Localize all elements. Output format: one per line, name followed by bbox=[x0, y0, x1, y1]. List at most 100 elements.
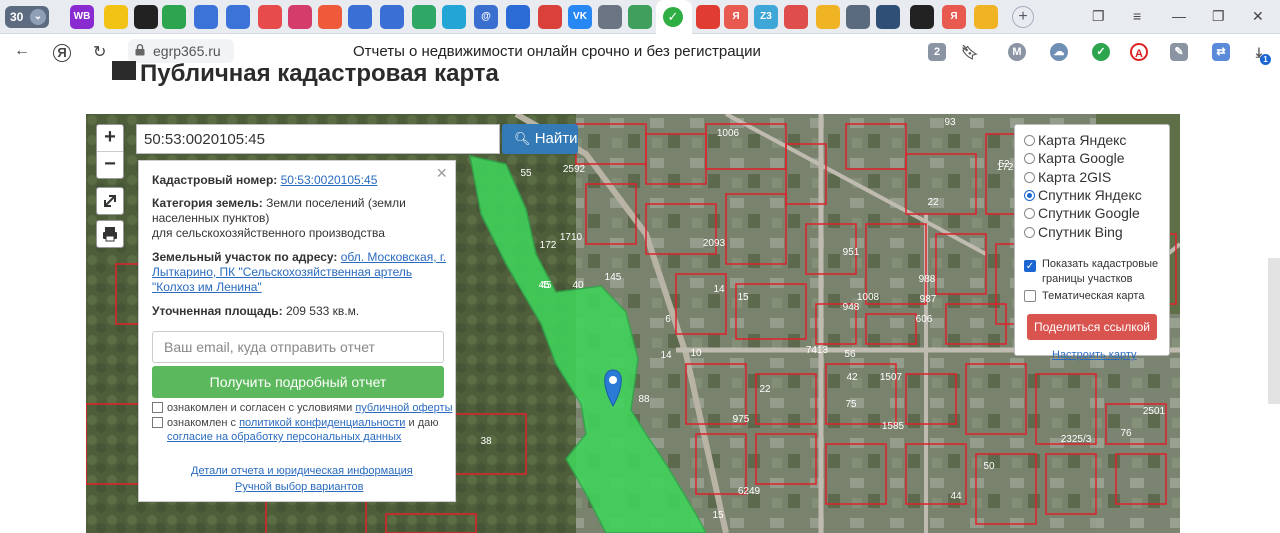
shield-icon[interactable]: ✓ bbox=[1092, 43, 1110, 61]
bookmark-icon[interactable]: 🔖︎ bbox=[961, 43, 979, 61]
layer-radio[interactable] bbox=[1024, 153, 1035, 165]
browser-tab[interactable] bbox=[696, 5, 720, 29]
browser-tab[interactable] bbox=[380, 5, 404, 29]
browser-tab[interactable] bbox=[162, 5, 186, 29]
browser-tab[interactable] bbox=[598, 5, 622, 29]
parcel-number-label: 14 bbox=[660, 350, 672, 361]
browser-tab[interactable] bbox=[974, 5, 998, 29]
browser-tab[interactable]: VK bbox=[568, 5, 592, 29]
show-borders-checkbox[interactable]: ✓ bbox=[1024, 260, 1036, 272]
yandex-icon[interactable]: Я bbox=[53, 44, 71, 62]
browser-tab[interactable] bbox=[628, 5, 652, 29]
parcel-number-label: 14 bbox=[713, 284, 725, 295]
thematic-checkbox[interactable] bbox=[1024, 290, 1036, 302]
details-link[interactable]: Детали отчета и юридическая информация bbox=[191, 465, 413, 477]
search-icon: 🔍︎ bbox=[514, 131, 531, 146]
area-value: 209 533 кв.м. bbox=[285, 304, 360, 318]
reload-icon[interactable]: ↻ bbox=[93, 42, 106, 62]
privacy-consent-prefix: ознакомлен с bbox=[167, 417, 240, 429]
profile-avatar[interactable]: M bbox=[1008, 43, 1026, 61]
browser-tab[interactable]: Я bbox=[942, 5, 966, 29]
layer-option-label[interactable]: Карта 2GIS bbox=[1038, 169, 1111, 185]
tab-active[interactable]: ✓ bbox=[656, 0, 692, 34]
category-label: Категория земель: bbox=[152, 196, 263, 210]
parcel-number-label: 6 bbox=[665, 314, 671, 325]
layer-option-label[interactable]: Карта Google bbox=[1038, 150, 1125, 166]
parcel-number-label: 42 bbox=[846, 372, 858, 383]
fullscreen-button[interactable] bbox=[96, 187, 124, 215]
layer-radio[interactable] bbox=[1024, 208, 1035, 220]
tab-count-button[interactable]: 30 ⌄ bbox=[5, 6, 49, 28]
browser-tab[interactable] bbox=[318, 5, 342, 29]
browser-tab[interactable]: WB bbox=[70, 5, 94, 29]
browser-tab[interactable] bbox=[348, 5, 372, 29]
layer-radio[interactable] bbox=[1024, 189, 1035, 201]
page-scrollbar[interactable] bbox=[1268, 258, 1280, 404]
cadastral-map[interactable]: 1006 2592 55 45 40 1710 172 145 2093 14 15 6 14 10 741… bbox=[86, 114, 1180, 533]
restore-icon[interactable]: ❐ bbox=[1212, 8, 1225, 25]
get-report-button[interactable]: Получить подробный отчет bbox=[152, 366, 444, 398]
parcel-number-label: 22 bbox=[927, 197, 939, 208]
zoom-in-button[interactable]: + bbox=[97, 125, 123, 151]
layer-radio[interactable] bbox=[1024, 135, 1035, 146]
parcel-number-label: 88 bbox=[638, 394, 650, 405]
browser-tab[interactable] bbox=[412, 5, 436, 29]
browser-tab[interactable] bbox=[104, 5, 128, 29]
browser-tab[interactable]: @ bbox=[474, 5, 498, 29]
cadastral-search-input[interactable]: 50:53:0020105:45 bbox=[136, 124, 500, 154]
browser-tab[interactable] bbox=[784, 5, 808, 29]
browser-tab[interactable] bbox=[846, 5, 870, 29]
layer-radio[interactable] bbox=[1024, 226, 1035, 238]
browser-tab[interactable] bbox=[506, 5, 530, 29]
parcel-number-label: 1710 bbox=[560, 232, 583, 243]
privacy-checkbox[interactable] bbox=[152, 417, 163, 428]
parcel-number-label: 44 bbox=[950, 491, 962, 502]
browser-tab[interactable]: Z3 bbox=[754, 5, 778, 29]
browser-tab[interactable] bbox=[288, 5, 312, 29]
layer-option-label[interactable]: Спутник Google bbox=[1038, 205, 1140, 221]
browser-tab[interactable] bbox=[876, 5, 900, 29]
configure-map-link[interactable]: Настроить карту bbox=[1052, 349, 1137, 361]
weather-icon[interactable]: ☁ bbox=[1050, 43, 1068, 61]
browser-tab[interactable] bbox=[910, 5, 934, 29]
layer-option-label[interactable]: Карта Яндекс bbox=[1038, 132, 1126, 148]
personal-data-link[interactable]: согласие на обработку персональных данны… bbox=[167, 431, 401, 443]
parcel-number-label: 93 bbox=[944, 117, 956, 128]
browser-tab[interactable]: Я bbox=[724, 5, 748, 29]
notes-icon[interactable]: ✎ bbox=[1170, 43, 1188, 61]
layer-option-label[interactable]: Спутник Яндекс bbox=[1038, 187, 1142, 203]
menu-icon[interactable]: ≡ bbox=[1133, 8, 1141, 24]
browser-tab[interactable] bbox=[442, 5, 466, 29]
browser-tab[interactable] bbox=[258, 5, 282, 29]
bookmarks-icon[interactable]: ❐ bbox=[1092, 8, 1105, 25]
browser-tab[interactable] bbox=[194, 5, 218, 29]
antivirus-icon[interactable]: A bbox=[1130, 43, 1148, 61]
back-icon[interactable]: ← bbox=[14, 42, 30, 60]
search-button[interactable]: 🔍︎ Найти bbox=[502, 124, 578, 154]
parcel-number-label: 50 bbox=[983, 461, 995, 472]
manual-select-link[interactable]: Ручной выбор вариантов bbox=[235, 481, 363, 493]
privacy-link[interactable]: политикой конфиденциальности bbox=[239, 417, 405, 429]
share-link-button[interactable]: Поделиться ссылкой bbox=[1027, 314, 1157, 340]
offer-link[interactable]: публичной оферты bbox=[355, 402, 452, 414]
area-label: Уточненная площадь: bbox=[152, 304, 283, 318]
parcel-number-label: 2093 bbox=[703, 238, 726, 249]
layer-radio[interactable] bbox=[1024, 171, 1035, 183]
close-icon[interactable]: ✕ bbox=[1252, 8, 1264, 25]
parcel-number-label: 988 bbox=[919, 274, 936, 285]
cad-number-link[interactable]: 50:53:0020105:45 bbox=[281, 173, 378, 187]
extension-icon[interactable]: 2 bbox=[928, 43, 946, 61]
translate-icon[interactable]: ⇄ bbox=[1212, 43, 1230, 61]
browser-tab[interactable] bbox=[816, 5, 840, 29]
browser-tab[interactable] bbox=[226, 5, 250, 29]
email-field[interactable]: Ваш email, куда отправить отчет bbox=[152, 331, 444, 363]
new-tab-button[interactable]: + bbox=[1012, 6, 1034, 28]
layer-option-label[interactable]: Спутник Bing bbox=[1038, 224, 1123, 240]
browser-tab[interactable] bbox=[134, 5, 158, 29]
offer-checkbox[interactable] bbox=[152, 402, 163, 413]
address-label: Земельный участок по адресу: bbox=[152, 250, 338, 264]
minimize-icon[interactable]: — bbox=[1172, 8, 1186, 24]
print-button[interactable] bbox=[96, 220, 124, 248]
browser-tab[interactable] bbox=[538, 5, 562, 29]
zoom-out-button[interactable]: − bbox=[97, 152, 123, 178]
